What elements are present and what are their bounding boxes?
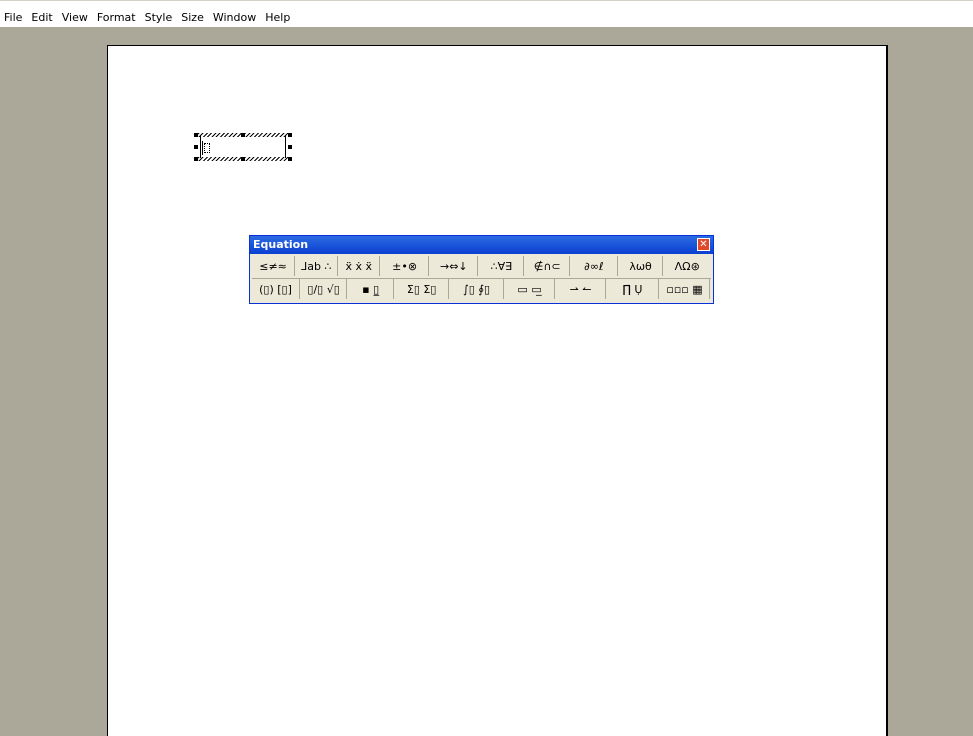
selection-border-left — [200, 136, 201, 158]
greek-uppercase-button[interactable]: ΛΩ⊛ — [664, 256, 710, 276]
products-templates-button[interactable]: ∏̇ Ụ — [607, 279, 659, 299]
toolbar-palettes: ≤≠≈ ⅃ab ∴ ẍ ẋ ẍ ±•⊗ →⇔↓ ∴∀∃ ∉∩⊂ ∂∞ℓ λωθ … — [250, 254, 713, 301]
underbar-overbar-templates-button[interactable]: ▭ ▭̲ — [505, 279, 556, 299]
integral-templates-button[interactable]: ∫▯ ∮▯ — [450, 279, 505, 299]
resize-handle[interactable] — [194, 145, 198, 149]
empty-slot[interactable] — [204, 143, 210, 153]
menu-size[interactable]: Size — [181, 11, 204, 25]
set-theory-symbols-button[interactable]: ∉∩⊂ — [525, 256, 571, 276]
matrix-templates-button[interactable]: ▫▫▫ ▦ — [660, 279, 710, 299]
menu-bar: File Edit View Format Style Size Window … — [0, 0, 973, 28]
misc-symbols-button[interactable]: ∂∞ℓ — [571, 256, 618, 276]
resize-handle[interactable] — [288, 133, 292, 137]
labeled-arrow-templates-button[interactable]: ⇀ ↼ — [556, 279, 607, 299]
close-icon[interactable]: ✕ — [697, 238, 710, 251]
resize-handle[interactable] — [241, 157, 245, 161]
menu-help[interactable]: Help — [265, 11, 290, 25]
menu-file[interactable]: File — [4, 11, 22, 25]
symbol-palette-row: ≤≠≈ ⅃ab ∴ ẍ ẋ ẍ ±•⊗ →⇔↓ ∴∀∃ ∉∩⊂ ∂∞ℓ λωθ … — [252, 256, 711, 279]
resize-handle[interactable] — [194, 133, 198, 137]
resize-handle[interactable] — [288, 145, 292, 149]
fraction-radical-templates-button[interactable]: ▯/▯ √▯ — [301, 279, 348, 299]
toolbar-titlebar[interactable]: Equation ✕ — [250, 236, 713, 254]
equation-edit-box[interactable] — [194, 133, 292, 161]
relational-symbols-button[interactable]: ≤≠≈ — [252, 256, 296, 276]
template-palette-row: (▯) [▯] ▯/▯ √▯ ▪ ▯̲ Σ▯ Σ▯ ∫▯ ∮▯ ▭ ▭̲ ⇀ ↼… — [252, 279, 711, 301]
equation-toolbar: Equation ✕ ≤≠≈ ⅃ab ∴ ẍ ẋ ẍ ±•⊗ →⇔↓ ∴∀∃ ∉… — [249, 235, 714, 304]
resize-handle[interactable] — [194, 157, 198, 161]
operator-symbols-button[interactable]: ±•⊗ — [381, 256, 430, 276]
subscript-templates-button[interactable]: ▪ ▯̲ — [348, 279, 395, 299]
menu-style[interactable]: Style — [145, 11, 173, 25]
arrow-symbols-button[interactable]: →⇔↓ — [430, 256, 479, 276]
fence-templates-button[interactable]: (▯) [▯] — [252, 279, 301, 299]
menu-window[interactable]: Window — [213, 11, 256, 25]
spaces-ellipses-button[interactable]: ⅃ab ∴ — [296, 256, 338, 276]
greek-lowercase-button[interactable]: λωθ — [619, 256, 664, 276]
resize-handle[interactable] — [241, 133, 245, 137]
menu-view[interactable]: View — [62, 11, 88, 25]
menu-format[interactable]: Format — [97, 11, 136, 25]
resize-handle[interactable] — [288, 157, 292, 161]
toolbar-title: Equation — [253, 238, 309, 251]
text-cursor — [202, 141, 203, 155]
logical-symbols-button[interactable]: ∴∀∃ — [479, 256, 525, 276]
menu-edit[interactable]: Edit — [31, 11, 52, 25]
selection-border-right — [285, 136, 286, 158]
embellishments-button[interactable]: ẍ ẋ ẍ — [339, 256, 380, 276]
summation-templates-button[interactable]: Σ▯ Σ▯ — [395, 279, 450, 299]
menu-items: File Edit View Format Style Size Window … — [4, 11, 290, 25]
